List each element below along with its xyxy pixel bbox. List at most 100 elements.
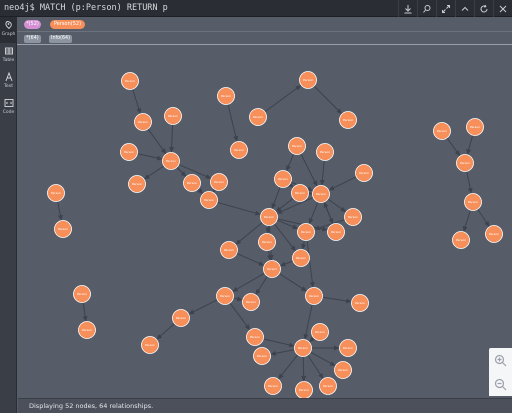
person-node[interactable]: Person: [433, 122, 451, 140]
relationship-edge[interactable]: [313, 85, 342, 114]
rel-tag-info[interactable]: Info(64): [49, 35, 72, 43]
person-node[interactable]: Person: [141, 336, 159, 354]
relationship-edge[interactable]: [308, 201, 319, 225]
relationship-edge[interactable]: [273, 223, 296, 252]
person-node[interactable]: Person: [316, 143, 334, 161]
relationship-edge[interactable]: [466, 135, 474, 155]
relationship-edge[interactable]: [301, 356, 307, 382]
relationship-edge[interactable]: [82, 302, 88, 322]
relationship-edge[interactable]: [236, 252, 265, 266]
person-node[interactable]: Person: [299, 71, 317, 89]
person-node[interactable]: Person: [295, 381, 313, 399]
collapse-button[interactable]: [455, 0, 474, 17]
rel-tag-all[interactable]: *(64): [24, 35, 41, 43]
relationship-edge[interactable]: [57, 201, 63, 221]
relationship-edge[interactable]: [265, 225, 271, 234]
relationship-edge[interactable]: [327, 198, 347, 213]
expand-button[interactable]: [436, 0, 455, 17]
zoom-in-button[interactable]: [489, 348, 512, 372]
person-node[interactable]: Person: [319, 377, 337, 395]
relationship-edge[interactable]: [462, 209, 471, 232]
person-node[interactable]: Person: [312, 185, 330, 203]
person-node[interactable]: Person: [339, 111, 357, 129]
person-node[interactable]: Person: [260, 208, 278, 226]
label-pill-all[interactable]: *(52): [24, 20, 41, 29]
relationship-edge[interactable]: [319, 160, 325, 186]
label-pill-person[interactable]: Person(52): [50, 20, 85, 29]
person-node[interactable]: Person: [164, 107, 182, 125]
relationship-edge[interactable]: [270, 349, 295, 356]
person-node[interactable]: Person: [220, 241, 238, 259]
person-node[interactable]: Person: [339, 339, 357, 357]
relationship-edge[interactable]: [212, 186, 219, 193]
relationship-edge[interactable]: [271, 186, 281, 210]
person-node[interactable]: Person: [344, 208, 362, 226]
query-text[interactable]: MATCH (p:Person) RETURN p: [40, 3, 168, 13]
relationship-edge[interactable]: [306, 240, 315, 288]
relationship-edge[interactable]: [322, 296, 352, 304]
relationship-edge[interactable]: [275, 197, 294, 212]
person-node[interactable]: Person: [452, 231, 470, 249]
person-node[interactable]: Person: [249, 108, 267, 126]
person-node[interactable]: Person: [183, 174, 201, 192]
person-node[interactable]: Person: [297, 223, 315, 241]
person-node[interactable]: Person: [258, 233, 276, 251]
relationship-edge[interactable]: [309, 336, 315, 343]
person-node[interactable]: Person: [466, 118, 484, 136]
download-button[interactable]: [398, 0, 417, 17]
relationship-edge[interactable]: [197, 188, 203, 194]
relationship-edge[interactable]: [279, 260, 294, 267]
relationship-edge[interactable]: [264, 84, 302, 113]
relationship-edge[interactable]: [137, 153, 163, 161]
relationship-edge[interactable]: [310, 351, 336, 367]
relationship-edge[interactable]: [263, 338, 295, 348]
person-node[interactable]: Person: [464, 193, 482, 211]
person-node[interactable]: Person: [134, 113, 152, 131]
person-node[interactable]: Person: [200, 191, 218, 209]
person-node[interactable]: Person: [274, 170, 292, 188]
person-node[interactable]: Person: [288, 137, 306, 155]
relationship-edge[interactable]: [217, 201, 261, 216]
person-node[interactable]: Person: [73, 285, 91, 303]
pin-button[interactable]: [417, 0, 436, 17]
relationship-edge[interactable]: [446, 137, 461, 157]
person-node[interactable]: Person: [264, 377, 282, 395]
relationship-edge[interactable]: [144, 165, 165, 180]
sidebar-item-text[interactable]: Text: [0, 69, 17, 95]
refresh-button[interactable]: [474, 0, 493, 17]
relationship-edge[interactable]: [169, 124, 175, 153]
person-node[interactable]: Person: [162, 152, 180, 170]
person-node[interactable]: Person: [210, 173, 228, 191]
relationship-edge[interactable]: [301, 240, 307, 250]
relationship-edge[interactable]: [328, 176, 357, 191]
relationship-edge[interactable]: [303, 304, 313, 340]
person-node[interactable]: Person: [216, 287, 234, 305]
relationship-edge[interactable]: [227, 104, 239, 142]
person-node[interactable]: Person: [47, 184, 65, 202]
person-node[interactable]: Person: [242, 293, 260, 311]
person-node[interactable]: Person: [128, 175, 146, 193]
person-node[interactable]: Person: [334, 361, 352, 379]
relationship-edge[interactable]: [147, 128, 167, 155]
person-node[interactable]: Person: [217, 87, 235, 105]
person-node[interactable]: Person: [253, 347, 271, 365]
close-button[interactable]: [493, 0, 512, 17]
relationship-edge[interactable]: [266, 250, 272, 261]
relationship-edge[interactable]: [278, 354, 299, 380]
relationship-edge[interactable]: [307, 354, 324, 379]
person-node[interactable]: Person: [351, 294, 369, 312]
query-editor[interactable]: neo4j$ MATCH (p:Person) RETURN p: [4, 3, 168, 13]
person-node[interactable]: Person: [54, 220, 72, 238]
person-node[interactable]: Person: [246, 328, 264, 346]
relationship-edge[interactable]: [323, 201, 334, 225]
sidebar-item-graph[interactable]: Graph: [0, 17, 17, 43]
relationship-edge[interactable]: [300, 153, 318, 187]
graph-visualization[interactable]: Person Person Person Person Person Person Pers…: [18, 46, 512, 398]
person-node[interactable]: Person: [291, 184, 309, 202]
person-node[interactable]: Person: [294, 339, 312, 357]
person-node[interactable]: Person: [121, 72, 139, 90]
person-node[interactable]: Person: [78, 321, 96, 339]
relationship-edge[interactable]: [132, 88, 142, 114]
relationship-edge[interactable]: [255, 275, 268, 295]
person-node[interactable]: Person: [292, 249, 310, 267]
